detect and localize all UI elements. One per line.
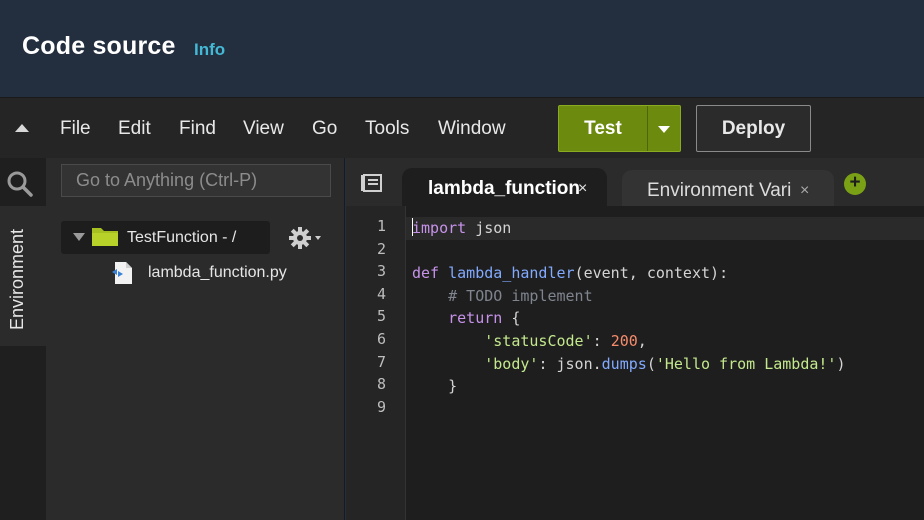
- page-header: Code source Info: [0, 0, 924, 97]
- code-line[interactable]: 'body': json.dumps('Hello from Lambda!'): [412, 353, 845, 376]
- line-number: 4: [376, 285, 386, 303]
- tree-folder-testfunction[interactable]: TestFunction - /: [61, 221, 270, 254]
- file-explorer: TestFunction - / lambda_function.py: [46, 158, 345, 520]
- menu-window[interactable]: Window: [438, 118, 506, 140]
- line-number: 8: [376, 375, 386, 393]
- code-line[interactable]: [412, 240, 846, 263]
- line-number: 1: [376, 217, 386, 235]
- python-file-icon: [112, 262, 132, 284]
- ide-menubar: File Edit Find View Go Tools Window Test…: [0, 97, 924, 158]
- code-line[interactable]: 'statusCode': 200,: [412, 330, 846, 353]
- search-icon[interactable]: [6, 170, 34, 198]
- expand-arrow-icon[interactable]: [73, 233, 85, 241]
- code-line[interactable]: # TODO implement: [412, 285, 846, 308]
- menu-view[interactable]: View: [243, 118, 284, 140]
- code-editor: lambda_function × Environment Vari × + 1…: [346, 158, 924, 520]
- environment-tab-label: Environment: [7, 228, 27, 330]
- folder-label: TestFunction - /: [127, 229, 237, 246]
- menu-find[interactable]: Find: [179, 118, 216, 140]
- caret-up-icon[interactable]: [12, 118, 32, 138]
- menu-file[interactable]: File: [60, 118, 91, 140]
- tab-label: Environment Vari: [647, 180, 792, 201]
- test-button[interactable]: Test: [559, 106, 648, 151]
- environment-tab[interactable]: Environment: [0, 206, 46, 346]
- menu-edit[interactable]: Edit: [118, 118, 151, 140]
- line-number: 2: [376, 240, 386, 258]
- info-link[interactable]: Info: [194, 40, 225, 60]
- gear-icon[interactable]: [289, 226, 325, 250]
- menu-go[interactable]: Go: [312, 118, 337, 140]
- tabs-menu-icon[interactable]: [360, 174, 382, 192]
- code-line[interactable]: return {: [412, 307, 846, 330]
- code-text-area[interactable]: import json def lambda_handler(event, co…: [412, 217, 846, 420]
- code-line[interactable]: import json: [412, 217, 846, 240]
- close-icon[interactable]: ×: [800, 182, 809, 200]
- code-line[interactable]: [412, 398, 846, 421]
- tab-label: lambda_function: [428, 178, 581, 199]
- line-number-gutter: 1 2 3 4 5 6 7 8 9: [346, 206, 406, 520]
- line-number: 7: [376, 353, 386, 371]
- editor-tabbar: lambda_function × Environment Vari × +: [346, 158, 924, 206]
- line-number: 6: [376, 330, 386, 348]
- folder-icon: [92, 228, 118, 246]
- deploy-button[interactable]: Deploy: [696, 105, 811, 152]
- code-line[interactable]: }: [412, 375, 846, 398]
- goto-anything-input[interactable]: [61, 164, 331, 197]
- page-title: Code source: [22, 32, 176, 60]
- menu-tools[interactable]: Tools: [365, 118, 409, 140]
- file-label: lambda_function.py: [148, 264, 287, 281]
- test-button-group: Test: [558, 105, 681, 152]
- line-number: 9: [376, 398, 386, 416]
- line-number: 3: [376, 262, 386, 280]
- chevron-down-icon: [658, 125, 670, 133]
- code-line[interactable]: def lambda_handler(event, context):: [412, 262, 846, 285]
- tab-lambda-function[interactable]: lambda_function ×: [402, 168, 607, 206]
- tree-file-lambda-function[interactable]: lambda_function.py: [110, 260, 330, 286]
- line-number: 5: [376, 307, 386, 325]
- close-icon[interactable]: ×: [578, 180, 587, 198]
- add-tab-button[interactable]: +: [844, 173, 866, 195]
- tab-environment-variables[interactable]: Environment Vari ×: [622, 170, 834, 206]
- test-dropdown-button[interactable]: [648, 106, 680, 151]
- side-rail: Environment: [0, 158, 46, 520]
